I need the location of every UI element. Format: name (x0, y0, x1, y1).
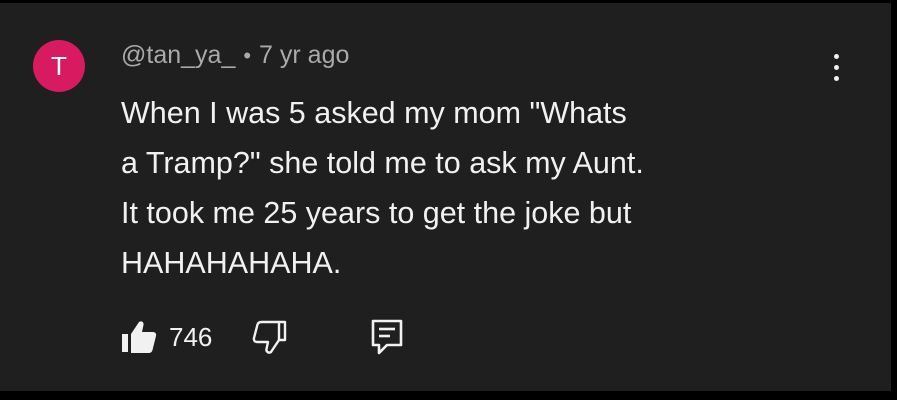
thumbs-up-icon (122, 321, 157, 353)
comment-line: HAHAHAHAHA. (121, 246, 342, 280)
more-vertical-icon-dot (833, 64, 839, 70)
avatar[interactable]: T (33, 40, 85, 92)
more-vertical-icon (833, 53, 839, 59)
more-vertical-icon-dot (833, 75, 839, 81)
comment-time: 7 yr ago (259, 41, 350, 69)
comment-line: When I was 5 asked my mom "Whats (121, 96, 627, 130)
comment-text: When I was 5 asked my mom "Whats a Tramp… (121, 88, 741, 288)
reply-button[interactable] (370, 319, 404, 355)
thumbs-down-icon (253, 320, 287, 354)
comment-line: a Tramp?" she told me to ask my Aunt. (121, 146, 644, 180)
meta-separator: • (243, 42, 252, 68)
avatar-letter: T (51, 50, 67, 81)
screen-frame: T @tan_ya_ • 7 yr ago When I was 5 asked… (0, 0, 897, 400)
like-count: 746 (169, 321, 213, 352)
like-button[interactable]: 746 (121, 320, 212, 354)
comment-line: It took me 25 years to get the joke but (121, 196, 632, 230)
dislike-button[interactable] (252, 320, 288, 354)
comment-actions: 746 (121, 315, 404, 359)
comment-card: T @tan_ya_ • 7 yr ago When I was 5 asked… (0, 3, 891, 391)
reply-comment-icon (372, 319, 403, 355)
more-options-button[interactable] (818, 43, 854, 91)
author-name[interactable]: @tan_ya_ (121, 41, 235, 70)
comment-header: @tan_ya_ • 7 yr ago (121, 41, 349, 70)
